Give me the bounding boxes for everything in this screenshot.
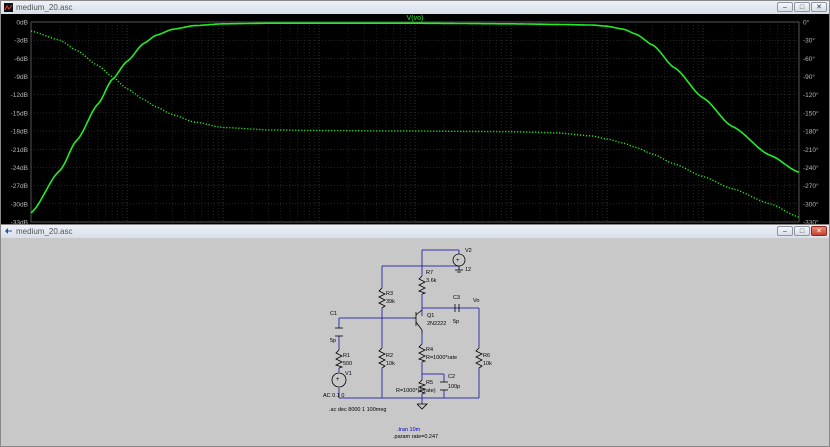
c3-value: 5p xyxy=(453,319,459,325)
c1-label: C1 xyxy=(330,311,337,317)
v2-plus-icon: + xyxy=(456,258,460,264)
q1-value: 2N2222 xyxy=(427,321,446,327)
v1-plus-icon: + xyxy=(336,377,340,383)
c2-value: 100p xyxy=(448,384,460,390)
r2-value: 10k xyxy=(386,361,395,367)
r5-label: R5 xyxy=(426,380,433,386)
trace-title[interactable]: V(vo) xyxy=(407,15,424,22)
schematic-background xyxy=(1,238,829,446)
v2-label: V2 xyxy=(465,248,472,254)
y-left-tick-label: -27dB xyxy=(11,183,28,190)
y-left-tick-label: -18dB xyxy=(11,129,28,136)
ac-directive[interactable]: .ac dec 8000 1 100meg xyxy=(329,407,387,413)
y-left-tick-label: 0dB xyxy=(16,20,28,27)
y-left-tick-label: -21dB xyxy=(11,147,28,154)
schematic-window-titlebar[interactable]: medium_20.asc – □ ✕ xyxy=(1,225,829,239)
q1-label: Q1 xyxy=(427,313,434,319)
plot-window-title: medium_20.asc xyxy=(16,3,73,12)
r5-value: R=1000*(1-rate) xyxy=(396,388,436,394)
minimize-button[interactable]: – xyxy=(777,2,793,12)
r4-value: R=1000*rate xyxy=(426,355,457,361)
y-left-tick-label: -3dB xyxy=(14,38,28,45)
y-right-tick-label: -150° xyxy=(803,109,819,117)
tran-directive[interactable]: .tran 10m xyxy=(397,427,421,433)
r2-label: R2 xyxy=(386,353,393,359)
r4-label: R4 xyxy=(426,347,433,353)
y-left-tick-label: -12dB xyxy=(11,92,28,99)
r6-value: 10k xyxy=(483,361,492,367)
y-left-tick-label: -9dB xyxy=(14,74,28,81)
c1-value: 5p xyxy=(330,338,336,344)
r1-label: R1 xyxy=(343,353,350,359)
r3-label: R3 xyxy=(386,291,393,297)
v2-value: 12 xyxy=(465,267,471,273)
v1-label: V1 xyxy=(345,371,352,377)
schematic-canvas[interactable]: + + V2 12 R7 3.6k R3 39k C3 5p Vo C1 5p … xyxy=(1,238,829,446)
plot-window: medium_20.asc – □ ✕ 0dB -3dB -6dB -9dB -12dB… xyxy=(0,0,830,235)
schematic-window-title: medium_20.asc xyxy=(16,227,73,236)
y-right-tick-label: -180° xyxy=(803,128,819,136)
schematic-window: medium_20.asc – □ ✕ + + V2 12 R7 3.6k R3… xyxy=(0,224,830,447)
y-right-tick-label: -60° xyxy=(803,55,815,63)
y-right-tick-label: -30° xyxy=(803,37,815,45)
vo-label: Vo xyxy=(473,298,479,304)
v1-value: AC 0.1 0 xyxy=(323,393,344,399)
waveform-icon xyxy=(4,3,13,12)
restore-button[interactable]: □ xyxy=(794,2,810,12)
c3-label: C3 xyxy=(453,295,460,301)
y-right-tick-label: -90° xyxy=(803,73,815,81)
plot-window-titlebar[interactable]: medium_20.asc – □ ✕ xyxy=(1,1,829,15)
restore-button[interactable]: □ xyxy=(794,226,810,236)
y-right-tick-label: -300° xyxy=(803,200,819,208)
r7-value: 3.6k xyxy=(426,278,437,284)
y-right-tick-label: -240° xyxy=(803,164,819,172)
close-button[interactable]: ✕ xyxy=(811,226,827,236)
bode-plot[interactable]: 0dB -3dB -6dB -9dB -12dB -15dB -18dB -21dB -24dB… xyxy=(1,14,829,234)
schematic-icon xyxy=(5,228,12,234)
y-right-tick-label: -210° xyxy=(803,146,819,154)
r1-value: 500 xyxy=(343,361,352,367)
y-right-tick-label: -270° xyxy=(803,182,819,190)
y-right-tick-label: -120° xyxy=(803,91,819,99)
r6-label: R6 xyxy=(483,353,490,359)
close-button[interactable]: ✕ xyxy=(811,2,827,12)
c2-label: C2 xyxy=(448,374,455,380)
y-right-tick-label: 0° xyxy=(803,19,810,27)
y-left-tick-label: -24dB xyxy=(11,165,28,172)
y-left-tick-label: -6dB xyxy=(14,56,28,63)
param-directive[interactable]: .param rate=0.247 xyxy=(393,434,438,440)
minimize-button[interactable]: – xyxy=(777,226,793,236)
y-left-tick-label: -30dB xyxy=(11,201,28,208)
r3-value: 39k xyxy=(386,299,395,305)
y-left-tick-label: -15dB xyxy=(11,110,28,117)
r7-label: R7 xyxy=(426,270,433,276)
